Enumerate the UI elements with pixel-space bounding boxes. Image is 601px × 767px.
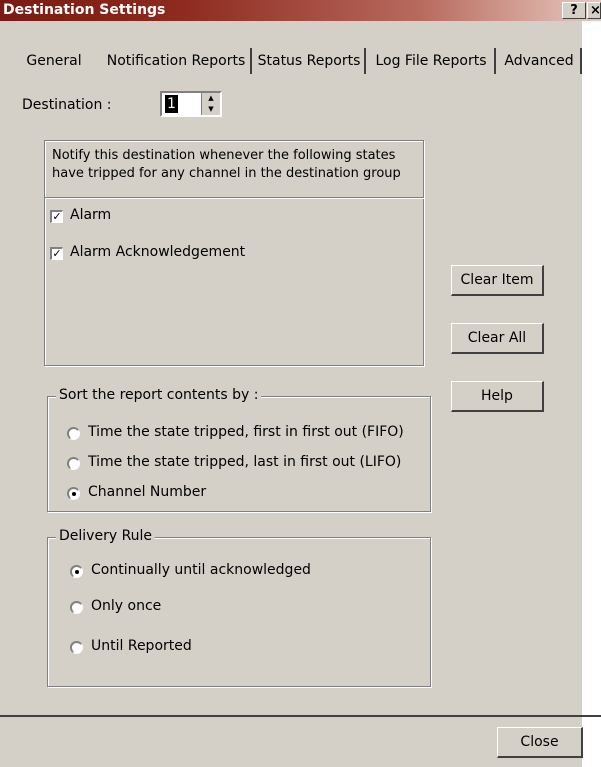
tab-log-file-reports[interactable]: Log File Reports	[368, 48, 496, 74]
dialog-window: Destination Settings ? × General Notific…	[0, 0, 601, 767]
sort-lifo-label: Time the state tripped, last in first ou…	[88, 454, 402, 470]
delivery-until-reported-radio[interactable]	[70, 641, 83, 654]
spin-down-icon[interactable]: ▼	[202, 104, 220, 115]
title-bar[interactable]: Destination Settings ? ×	[0, 0, 601, 21]
radio-selected-dot	[75, 570, 79, 574]
delivery-group-title: Delivery Rule	[56, 528, 156, 544]
window-right-edge	[582, 21, 601, 767]
clear-item-button[interactable]: Clear Item	[451, 265, 544, 296]
help-button[interactable]: Help	[451, 381, 544, 412]
destination-spinner[interactable]: 1 ▲ ▼	[160, 91, 222, 117]
window-title: Destination Settings	[3, 2, 166, 18]
alarm-acknowledgement-label: Alarm Acknowledgement	[70, 244, 246, 260]
radio-selected-dot	[72, 492, 76, 496]
notify-description-line1: Notify this destination whenever the fol…	[52, 148, 396, 163]
close-title-button[interactable]: ×	[587, 2, 601, 19]
notify-description-line2: have tripped for any channel in the dest…	[52, 166, 401, 181]
sort-channel-number-radio[interactable]	[67, 487, 80, 500]
tab-status-reports[interactable]: Status Reports	[254, 48, 366, 74]
sort-fifo-radio[interactable]	[67, 427, 80, 440]
clear-all-button[interactable]: Clear All	[451, 323, 544, 354]
tab-advanced[interactable]: Advanced	[498, 48, 582, 74]
help-title-button[interactable]: ?	[562, 2, 586, 19]
delivery-until-reported-label: Until Reported	[91, 638, 192, 654]
delivery-continually-radio[interactable]	[70, 565, 83, 578]
sort-lifo-radio[interactable]	[67, 457, 80, 470]
destination-label: Destination :	[22, 97, 112, 113]
close-button[interactable]: Close	[497, 727, 583, 758]
delivery-only-once-radio[interactable]	[70, 601, 83, 614]
sort-channel-number-label: Channel Number	[88, 484, 207, 500]
alarm-checkbox[interactable]: ✓	[50, 210, 63, 223]
sort-group-title: Sort the report contents by :	[56, 387, 262, 403]
destination-value[interactable]: 1	[165, 95, 178, 113]
tab-notification-reports[interactable]: Notification Reports	[102, 48, 252, 74]
alarm-label: Alarm	[70, 207, 112, 223]
spinner-arrows[interactable]: ▲ ▼	[201, 93, 220, 115]
sort-fifo-label: Time the state tripped, first in first o…	[88, 424, 404, 440]
tab-general[interactable]: General	[10, 48, 98, 74]
spin-up-icon[interactable]: ▲	[202, 93, 220, 104]
bottom-separator	[0, 715, 601, 717]
delivery-only-once-label: Only once	[91, 598, 162, 614]
alarm-acknowledgement-checkbox[interactable]: ✓	[50, 247, 63, 260]
delivery-continually-label: Continually until acknowledged	[91, 562, 311, 578]
